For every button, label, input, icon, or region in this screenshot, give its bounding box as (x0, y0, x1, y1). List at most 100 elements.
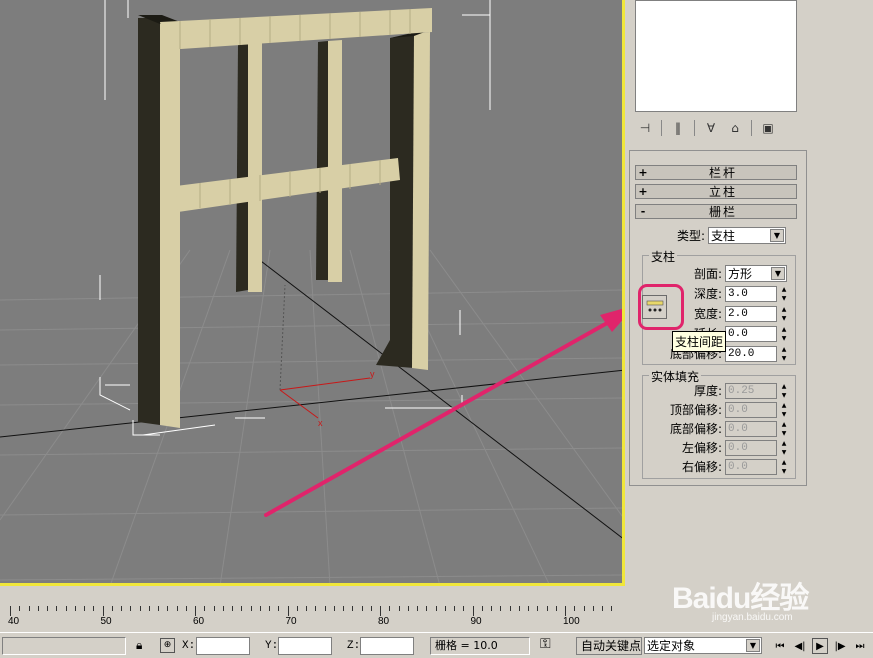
prompt-line (2, 637, 126, 655)
depth-field[interactable]: 3.0 (725, 285, 777, 302)
timeline-tick (74, 606, 76, 611)
rollout-posts[interactable]: + 立柱 (635, 184, 797, 199)
timeline-tick (102, 606, 104, 616)
middle-rail[interactable] (176, 158, 400, 212)
timeline-tick (518, 606, 520, 611)
pin-stack-icon[interactable]: ⊣ (635, 119, 655, 137)
picket-1[interactable] (236, 43, 262, 292)
timeline-tick (269, 606, 270, 611)
timeline-tick (111, 606, 113, 611)
go-to-end-icon[interactable]: ⏭︎ (852, 638, 868, 654)
key-filter-dropdown[interactable]: 选定对象 ▼ (644, 637, 762, 654)
rollout-fencing[interactable]: - 栅栏 (635, 204, 797, 219)
play-icon[interactable]: ▶ (812, 638, 828, 654)
absolute-mode-icon[interactable]: ⊕ (160, 638, 175, 653)
timeline-tick (611, 606, 613, 611)
configure-sets-icon[interactable]: ▣ (758, 119, 778, 137)
grid-size-display: 栅格 = 10.0 (430, 637, 530, 655)
modifier-stack-toolbar: ⊣ ‖ ∀ ⌂ ▣ (635, 116, 809, 140)
timeline-tick-label: 60 (193, 616, 205, 627)
depth-spinner[interactable]: 3.0 ▲ ▼ (725, 285, 789, 302)
type-dropdown-value: 支柱 (711, 229, 736, 243)
timeline-tick (278, 606, 280, 611)
timeline-tick (500, 606, 502, 611)
status-bar: 🔒︎ ⊕ X: Y: Z: 栅格 = 10.0 ⚿ 自动关键点 选定对象 ▼ ⏮… (0, 632, 873, 658)
selection-lock-icon[interactable]: 🔒︎ (136, 638, 142, 653)
rollout-expand-icon: + (638, 185, 648, 198)
picket-spacing-button[interactable] (642, 295, 667, 319)
chevron-down-icon: ▼ (771, 267, 785, 280)
timeline-tick (407, 606, 409, 611)
key-icon[interactable]: ⚿ (540, 636, 551, 652)
width-spinner[interactable]: 2.0 ▲ ▼ (725, 305, 789, 322)
z-coord-field[interactable] (360, 637, 414, 655)
timeline-tick (509, 606, 511, 611)
type-dropdown[interactable]: 支柱 ▼ (708, 227, 786, 244)
axis-x-label: x (318, 418, 323, 428)
timeline-tick (259, 606, 261, 611)
timeline-tick (528, 606, 529, 611)
timeline-tick (130, 606, 132, 611)
timeline-tick (10, 606, 11, 616)
axis-y-label: y (370, 369, 375, 379)
rollout-collapse-icon: - (640, 205, 646, 218)
command-panel: ⊣ ‖ ∀ ⌂ ▣ + 栏杆 + 立柱 - 栅栏 类型: 支柱 ▼ 支柱 剖面:… (625, 0, 873, 600)
timeline-tick (444, 606, 446, 611)
timeline-tick-label: 80 (378, 616, 390, 627)
timeline-tick (565, 606, 566, 616)
rollout-title: 栏杆 (708, 166, 737, 180)
bottom-offset-field[interactable]: 20.0 (725, 345, 777, 362)
y-coord-field[interactable] (278, 637, 332, 655)
perspective-viewport[interactable]: y x (0, 0, 625, 586)
spinner-arrows-icon[interactable]: ▲ ▼ (779, 286, 789, 302)
profile-row: 剖面: 方形 ▼ (660, 265, 787, 282)
thickness-field: 0.25 (725, 382, 777, 399)
timeline-tick (139, 606, 141, 611)
timeline-tick (213, 606, 215, 611)
spinner-arrows-icon[interactable]: ▲ ▼ (779, 326, 789, 342)
type-label: 类型: (676, 229, 705, 243)
timeline-tick (463, 606, 465, 611)
width-field[interactable]: 2.0 (725, 305, 777, 322)
timeline-tick (435, 606, 437, 611)
modifier-stack-list[interactable] (635, 0, 797, 112)
timeline-tick (121, 606, 122, 611)
toolbar-separator (694, 120, 695, 136)
timeline-tick (481, 606, 483, 611)
spinner-arrows-icon[interactable]: ▲ ▼ (779, 346, 789, 362)
previous-frame-icon[interactable]: ◀| (792, 638, 808, 654)
extension-field[interactable]: 0.0 (725, 325, 777, 342)
timeline-tick (352, 606, 354, 611)
left-offset-field: 0.0 (725, 439, 777, 456)
viewport-scene: y x (0, 0, 622, 583)
picket-spacing-tooltip: 支柱间距 (672, 331, 727, 352)
thickness-row: 厚度: 0.25 ▲ ▼ (660, 382, 789, 399)
timeline-ruler[interactable]: 40 50 60 70 80 90 100 (0, 600, 625, 630)
timeline-tick (28, 606, 30, 611)
timeline-tick (472, 606, 474, 616)
profile-dropdown[interactable]: 方形 ▼ (725, 265, 787, 282)
left-offset-row: 左偏移: 0.0 ▲ ▼ (660, 439, 789, 456)
remove-modifier-icon[interactable]: ⌂ (725, 119, 745, 137)
extension-spinner[interactable]: 0.0 ▲ ▼ (725, 325, 789, 342)
timeline-tick (241, 606, 243, 611)
spinner-arrows-icon[interactable]: ▲ ▼ (779, 306, 789, 322)
timeline-tick (426, 606, 428, 611)
bottom-offset-spinner[interactable]: 20.0 ▲ ▼ (725, 345, 789, 362)
timeline-tick (343, 606, 344, 611)
toolbar-separator (751, 120, 752, 136)
right-post[interactable] (376, 30, 430, 370)
go-to-start-icon[interactable]: ⏮︎ (772, 638, 788, 654)
picket-2[interactable] (316, 40, 342, 282)
timeline-tick (195, 606, 196, 616)
x-coord-field[interactable] (196, 637, 250, 655)
show-end-result-icon[interactable]: ‖ (668, 119, 688, 137)
auto-key-button[interactable]: 自动关键点 (576, 637, 642, 655)
rollout-railings[interactable]: + 栏杆 (635, 165, 797, 180)
top-offset-spinner: 0.0 ▲ ▼ (725, 401, 789, 418)
make-unique-icon[interactable]: ∀ (701, 119, 721, 137)
next-frame-icon[interactable]: |▶ (832, 638, 848, 654)
toolbar-separator (661, 120, 662, 136)
y-coord-label: Y: (265, 640, 279, 652)
left-post[interactable] (138, 15, 180, 428)
